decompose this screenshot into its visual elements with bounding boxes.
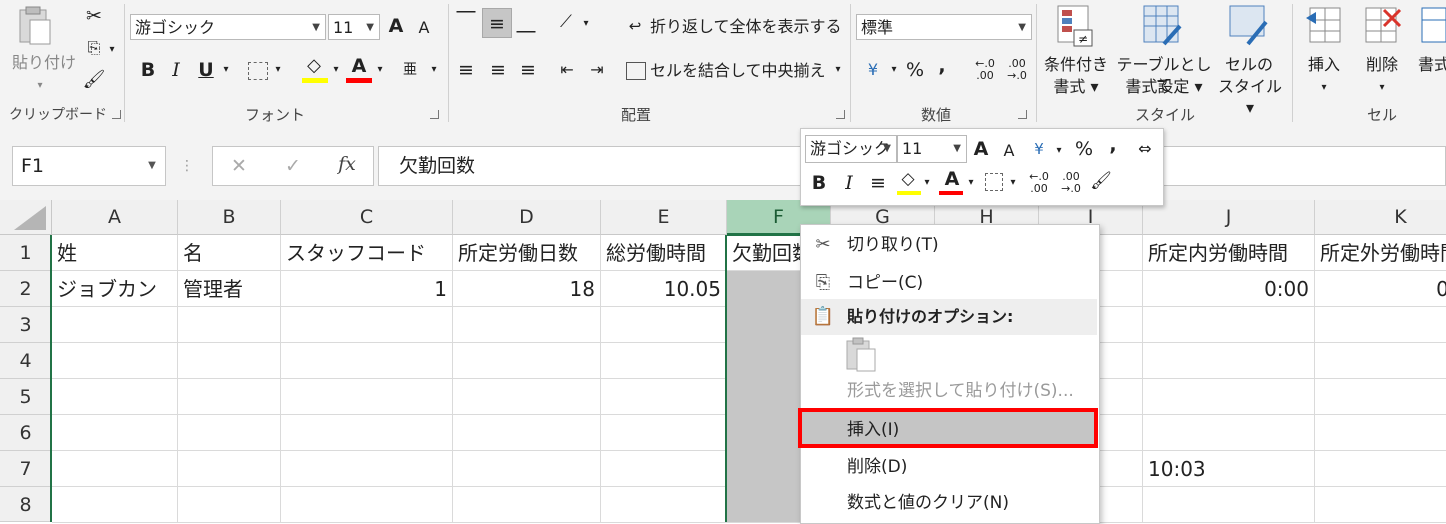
mini-comma-button[interactable]: , bbox=[1105, 133, 1121, 157]
cell-j5[interactable] bbox=[1143, 379, 1315, 415]
cell-a8[interactable] bbox=[52, 487, 178, 523]
cell-k8[interactable] bbox=[1315, 487, 1446, 523]
mini-align-center-icon[interactable]: ≡ bbox=[867, 171, 889, 195]
cell-d7[interactable] bbox=[453, 451, 601, 487]
cell-c4[interactable] bbox=[281, 343, 453, 379]
cell-d2[interactable]: 18 bbox=[453, 271, 601, 307]
mini-border-dropdown-icon[interactable]: ▾ bbox=[1007, 171, 1019, 195]
cell-a6[interactable] bbox=[52, 415, 178, 451]
cell-j2[interactable]: 0:00 bbox=[1143, 271, 1315, 307]
paste-option-paste-icon[interactable] bbox=[845, 337, 877, 373]
mini-accounting-dropdown-icon[interactable]: ▾ bbox=[1053, 139, 1065, 163]
menu-item-clear-contents[interactable]: 数式と値のクリア(N) bbox=[801, 485, 1097, 521]
mini-fill-color-bar bbox=[897, 191, 921, 195]
paste-options-icon: 📋 bbox=[811, 306, 835, 327]
selection-border bbox=[725, 235, 727, 522]
cell-e5[interactable] bbox=[601, 379, 727, 415]
cell-k6[interactable] bbox=[1315, 415, 1446, 451]
cell-b6[interactable] bbox=[178, 415, 281, 451]
cell-b3[interactable] bbox=[178, 307, 281, 343]
cell-k3[interactable] bbox=[1315, 307, 1446, 343]
cut-icon: ✂ bbox=[815, 234, 831, 255]
context-menu: ✂ 切り取り(T) ⎘ コピー(C) 📋 貼り付けのオプション: 形式を選択して貼り付… bbox=[800, 224, 1100, 524]
cell-c2[interactable]: 1 bbox=[281, 271, 453, 307]
menu-item-delete[interactable]: 削除(D) bbox=[801, 449, 1097, 485]
cell-a4[interactable] bbox=[52, 343, 178, 379]
cell-b1[interactable]: 名 bbox=[178, 235, 281, 271]
cell-j8[interactable] bbox=[1143, 487, 1315, 523]
mini-autofit-icon[interactable]: ⇔ bbox=[1133, 137, 1157, 161]
cell-b7[interactable] bbox=[178, 451, 281, 487]
cell-b5[interactable] bbox=[178, 379, 281, 415]
cell-e6[interactable] bbox=[601, 415, 727, 451]
mini-border-icon[interactable] bbox=[985, 173, 1003, 191]
cell-d1[interactable]: 所定労働日数 bbox=[453, 235, 601, 271]
cell-j1[interactable]: 所定内労働時間 bbox=[1143, 235, 1315, 271]
mini-decrease-decimal-button[interactable]: .00 →.0 bbox=[1057, 171, 1085, 195]
mini-toolbar: 游ゴシック ▼ 11 ▼ A A ¥ ▾ % , ⇔ B I ≡ ◇ ▾ A ▾ ▾… bbox=[800, 128, 1164, 206]
cell-j3[interactable] bbox=[1143, 307, 1315, 343]
cell-c5[interactable] bbox=[281, 379, 453, 415]
cell-e3[interactable] bbox=[601, 307, 727, 343]
mini-format-painter-icon[interactable]: 🖌 bbox=[1089, 169, 1113, 193]
copy-icon: ⎘ bbox=[815, 272, 831, 293]
menu-item-cut[interactable]: ✂ 切り取り(T) bbox=[801, 227, 1097, 263]
cell-e4[interactable] bbox=[601, 343, 727, 379]
cell-e7[interactable] bbox=[601, 451, 727, 487]
mini-fill-color-icon[interactable]: ◇ bbox=[897, 167, 919, 191]
cell-k5[interactable] bbox=[1315, 379, 1446, 415]
selection-border-top bbox=[727, 235, 803, 236]
mini-percent-button[interactable]: % bbox=[1073, 137, 1095, 161]
cell-d8[interactable] bbox=[453, 487, 601, 523]
cell-a1[interactable]: 姓 bbox=[52, 235, 178, 271]
menu-item-paste-special[interactable]: 形式を選択して貼り付け(S)... bbox=[801, 373, 1097, 409]
cell-j7[interactable]: 10:03 bbox=[1143, 451, 1315, 487]
row-header-border bbox=[50, 235, 52, 522]
cell-j6[interactable] bbox=[1143, 415, 1315, 451]
cell-d5[interactable] bbox=[453, 379, 601, 415]
mini-grow-font-button[interactable]: A bbox=[971, 137, 991, 161]
cell-b2[interactable]: 管理者 bbox=[178, 271, 281, 307]
cell-c6[interactable] bbox=[281, 415, 453, 451]
cell-c7[interactable] bbox=[281, 451, 453, 487]
menu-paste-options-header: 📋 貼り付けのオプション: bbox=[801, 299, 1097, 335]
menu-item-copy[interactable]: ⎘ コピー(C) bbox=[801, 265, 1097, 301]
cell-d6[interactable] bbox=[453, 415, 601, 451]
cell-a5[interactable] bbox=[52, 379, 178, 415]
cell-c1[interactable]: スタッフコード bbox=[281, 235, 453, 271]
cell-grid[interactable]: 姓名スタッフコード 所定労働日数 総労働時間 欠勤回数 所定内労働時間 所定外労働時間 ジョ… bbox=[0, 0, 1446, 523]
cell-d4[interactable] bbox=[453, 343, 601, 379]
cell-k4[interactable] bbox=[1315, 343, 1446, 379]
mini-font-color-button[interactable]: A bbox=[941, 167, 963, 191]
cell-k7[interactable] bbox=[1315, 451, 1446, 487]
cell-b8[interactable] bbox=[178, 487, 281, 523]
mini-shrink-font-button[interactable]: A bbox=[999, 139, 1019, 163]
cell-e1[interactable]: 総労働時間 bbox=[601, 235, 727, 271]
mini-bold-button[interactable]: B bbox=[809, 171, 829, 195]
cell-k2[interactable]: 0:00 bbox=[1315, 271, 1446, 307]
mini-italic-button[interactable]: I bbox=[839, 171, 859, 195]
mini-font-color-bar bbox=[939, 191, 963, 195]
mini-increase-decimal-button[interactable]: ←.0 .00 bbox=[1025, 171, 1053, 195]
mini-accounting-icon[interactable]: ¥ bbox=[1027, 137, 1051, 161]
cell-j4[interactable] bbox=[1143, 343, 1315, 379]
cell-a7[interactable] bbox=[52, 451, 178, 487]
mini-fill-dropdown-icon[interactable]: ▾ bbox=[921, 171, 933, 195]
mini-font-color-dropdown-icon[interactable]: ▾ bbox=[965, 171, 977, 195]
cell-b4[interactable] bbox=[178, 343, 281, 379]
menu-item-insert[interactable]: 挿入(I) bbox=[801, 412, 1097, 448]
mini-font-size-combo[interactable]: 11 ▼ bbox=[897, 135, 967, 163]
cell-a2[interactable]: ジョブカン bbox=[52, 271, 178, 307]
cell-c8[interactable] bbox=[281, 487, 453, 523]
cell-d3[interactable] bbox=[453, 307, 601, 343]
cell-e8[interactable] bbox=[601, 487, 727, 523]
cell-a3[interactable] bbox=[52, 307, 178, 343]
mini-font-name-combo[interactable]: 游ゴシック ▼ bbox=[805, 135, 897, 163]
cell-e2[interactable]: 10.05 bbox=[601, 271, 727, 307]
cell-c3[interactable] bbox=[281, 307, 453, 343]
cell-k1[interactable]: 所定外労働時間 bbox=[1315, 235, 1446, 271]
